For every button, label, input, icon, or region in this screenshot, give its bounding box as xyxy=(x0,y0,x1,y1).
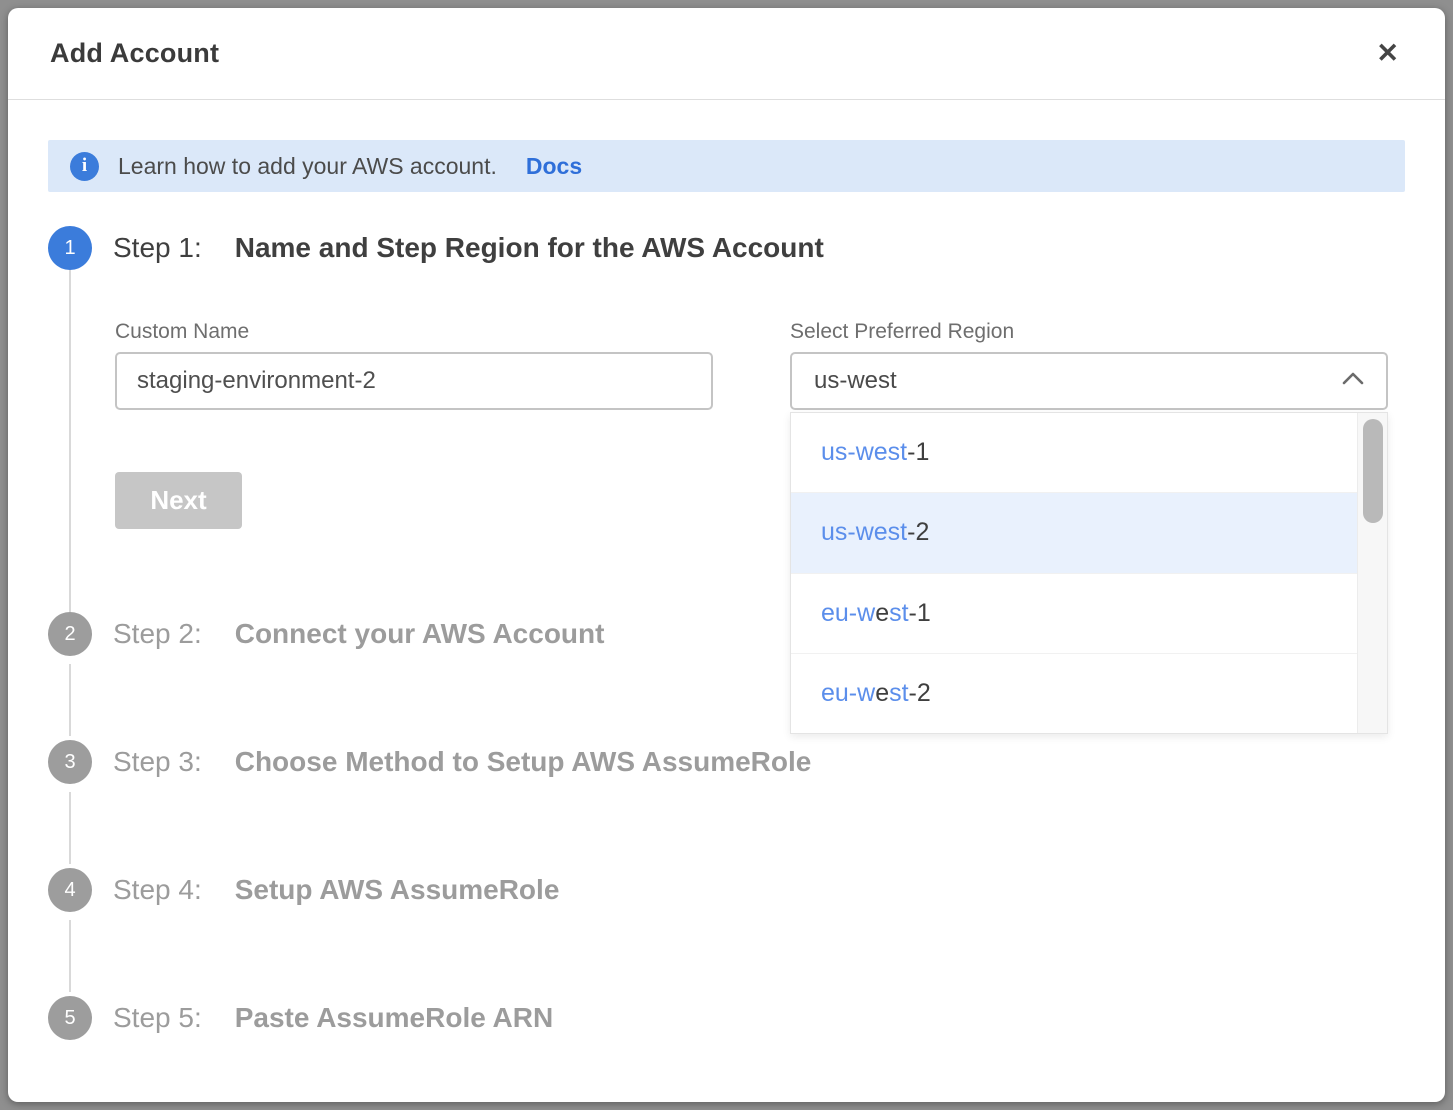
option-text: st xyxy=(889,679,908,708)
step-connector xyxy=(69,664,71,736)
step-connector xyxy=(69,920,71,992)
custom-name-label: Custom Name xyxy=(115,320,713,344)
modal-header: Add Account ✕ xyxy=(8,8,1445,100)
step-3-indicator: 3 xyxy=(48,740,92,784)
custom-name-input[interactable] xyxy=(115,352,713,410)
banner-text: Learn how to add your AWS account. xyxy=(118,153,497,180)
step-4-prefix: Step 4: xyxy=(113,874,202,906)
option-eu-west-2[interactable]: eu-west-2 xyxy=(791,654,1357,733)
custom-name-column: Custom Name Next xyxy=(115,320,713,529)
step-2-title: Connect your AWS Account xyxy=(235,618,605,650)
step-4-header: 4 Step 4: Setup AWS AssumeRole xyxy=(48,868,1405,912)
step-1-form: Custom Name Next Select Preferred Region… xyxy=(115,320,1405,529)
region-combobox[interactable]: us-west xyxy=(790,352,1388,410)
add-account-modal: Add Account ✕ i Learn how to add your AW… xyxy=(8,8,1445,1102)
option-text: eu-w xyxy=(821,599,875,628)
step-1-indicator: 1 xyxy=(48,226,92,270)
region-value: us-west xyxy=(814,367,897,395)
modal-content: i Learn how to add your AWS account. Doc… xyxy=(8,100,1445,1040)
option-text: st xyxy=(889,599,908,628)
step-4-title: Setup AWS AssumeRole xyxy=(235,874,560,906)
step-1-header: 1 Step 1: Name and Step Region for the A… xyxy=(48,226,1405,270)
option-text: e xyxy=(875,679,889,708)
page-title: Add Account xyxy=(50,38,219,69)
step-5-prefix: Step 5: xyxy=(113,1002,202,1034)
info-banner: i Learn how to add your AWS account. Doc… xyxy=(48,140,1405,192)
option-text: us-west xyxy=(821,518,907,547)
step-connector xyxy=(69,792,71,864)
close-button[interactable]: ✕ xyxy=(1372,36,1403,71)
option-text: eu-w xyxy=(821,679,875,708)
dropdown-scrollbar-thumb[interactable] xyxy=(1363,419,1383,523)
step-2-prefix: Step 2: xyxy=(113,618,202,650)
step-3-prefix: Step 3: xyxy=(113,746,202,778)
step-5-header: 5 Step 5: Paste AssumeRole ARN xyxy=(48,996,1405,1040)
region-dropdown: us-west-1 us-west-2 eu-west-1 eu-west-2 xyxy=(790,412,1388,734)
region-label: Select Preferred Region xyxy=(790,320,1388,344)
docs-link[interactable]: Docs xyxy=(526,153,582,180)
step-5-indicator: 5 xyxy=(48,996,92,1040)
step-1-body: Custom Name Next Select Preferred Region… xyxy=(69,270,1405,612)
option-us-west-2[interactable]: us-west-2 xyxy=(791,493,1357,573)
option-us-west-1[interactable]: us-west-1 xyxy=(791,413,1357,493)
region-column: Select Preferred Region us-west xyxy=(790,320,1388,529)
next-button[interactable]: Next xyxy=(115,472,242,529)
step-3-title: Choose Method to Setup AWS AssumeRole xyxy=(235,746,812,778)
dropdown-scrollbar-track[interactable] xyxy=(1357,413,1387,733)
chevron-up-icon xyxy=(1342,372,1364,390)
step-2-indicator: 2 xyxy=(48,612,92,656)
option-eu-west-1[interactable]: eu-west-1 xyxy=(791,574,1357,654)
option-text: e xyxy=(875,599,889,628)
option-text: -2 xyxy=(909,679,931,708)
option-text: -2 xyxy=(907,518,929,547)
region-options-list: us-west-1 us-west-2 eu-west-1 eu-west-2 xyxy=(791,413,1357,733)
option-text: us-west xyxy=(821,438,907,467)
info-icon: i xyxy=(70,152,99,181)
step-4-indicator: 4 xyxy=(48,868,92,912)
close-icon: ✕ xyxy=(1376,38,1399,68)
region-select-wrap: us-west us-west-1 xyxy=(790,352,1388,410)
step-1-title: Name and Step Region for the AWS Account xyxy=(235,232,824,264)
step-3-header: 3 Step 3: Choose Method to Setup AWS Ass… xyxy=(48,740,1405,784)
step-1-prefix: Step 1: xyxy=(113,232,202,264)
option-text: -1 xyxy=(909,599,931,628)
step-5-title: Paste AssumeRole ARN xyxy=(235,1002,553,1034)
option-text: -1 xyxy=(907,438,929,467)
